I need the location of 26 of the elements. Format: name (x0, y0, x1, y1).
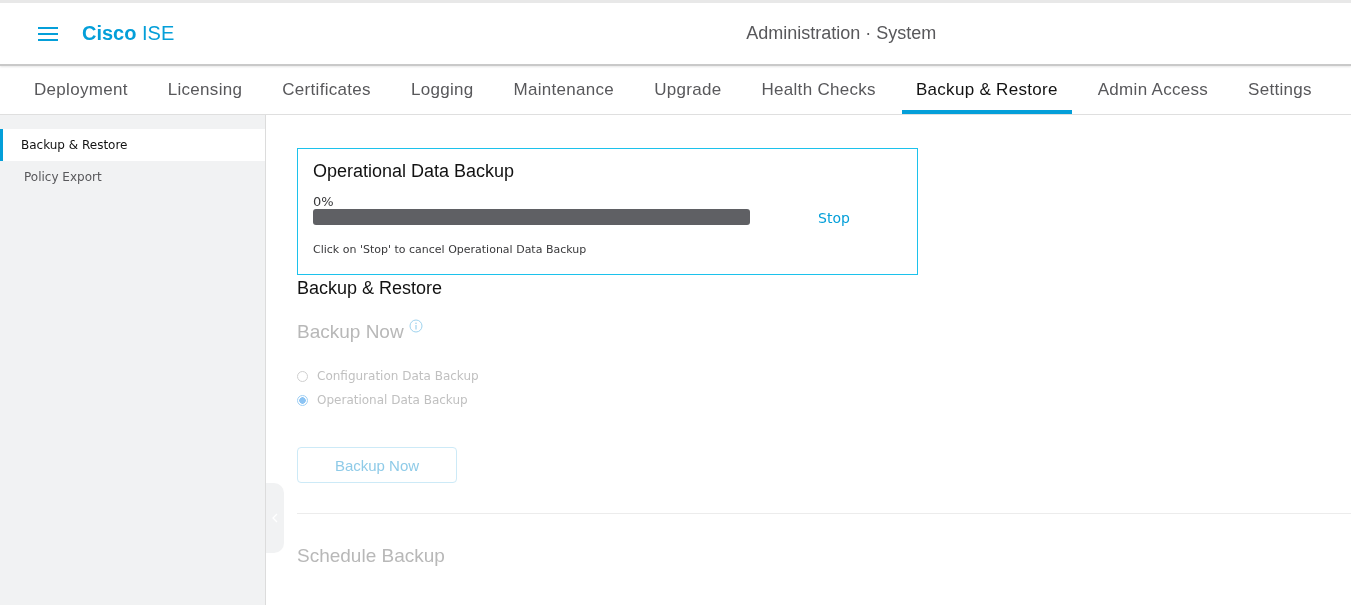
collapse-handle[interactable] (266, 483, 284, 553)
tab[interactable]: Admin Access (1083, 66, 1223, 114)
brand-name: Cisco (82, 22, 137, 44)
tab[interactable]: Logging (396, 66, 488, 114)
progress-percent: 0% (313, 194, 335, 209)
tab[interactable]: Certificates (268, 66, 385, 114)
tab[interactable]: Deployment (20, 66, 142, 114)
menu-icon[interactable] (38, 26, 58, 41)
sidebar-item[interactable]: Backup & Restore (0, 129, 265, 161)
tab[interactable]: Backup & Restore (901, 66, 1072, 114)
page-title: Administration · System (746, 23, 937, 44)
tab[interactable]: Licensing (153, 66, 257, 114)
sidebar-item[interactable]: Policy Export (0, 161, 265, 193)
radio-label: Configuration Data Backup (317, 369, 479, 383)
radio-label: Operational Data Backup (317, 393, 468, 407)
section-title: Schedule Backup (297, 545, 445, 567)
section-heading: Backup & Restore (297, 278, 443, 299)
dialog-title: Operational Data Backup (313, 161, 516, 182)
dialog-hint: Click on 'Stop' to cancel Operational Data Backup (313, 243, 588, 256)
brand-product: ISE (142, 22, 175, 44)
tab[interactable]: Settings (1234, 66, 1326, 114)
tab[interactable]: Upgrade (640, 66, 736, 114)
info-icon[interactable] (408, 319, 423, 333)
section-title: Backup Now (297, 321, 404, 343)
tab[interactable]: Maintenance (499, 66, 629, 114)
tab[interactable]: Health Checks (747, 66, 890, 114)
